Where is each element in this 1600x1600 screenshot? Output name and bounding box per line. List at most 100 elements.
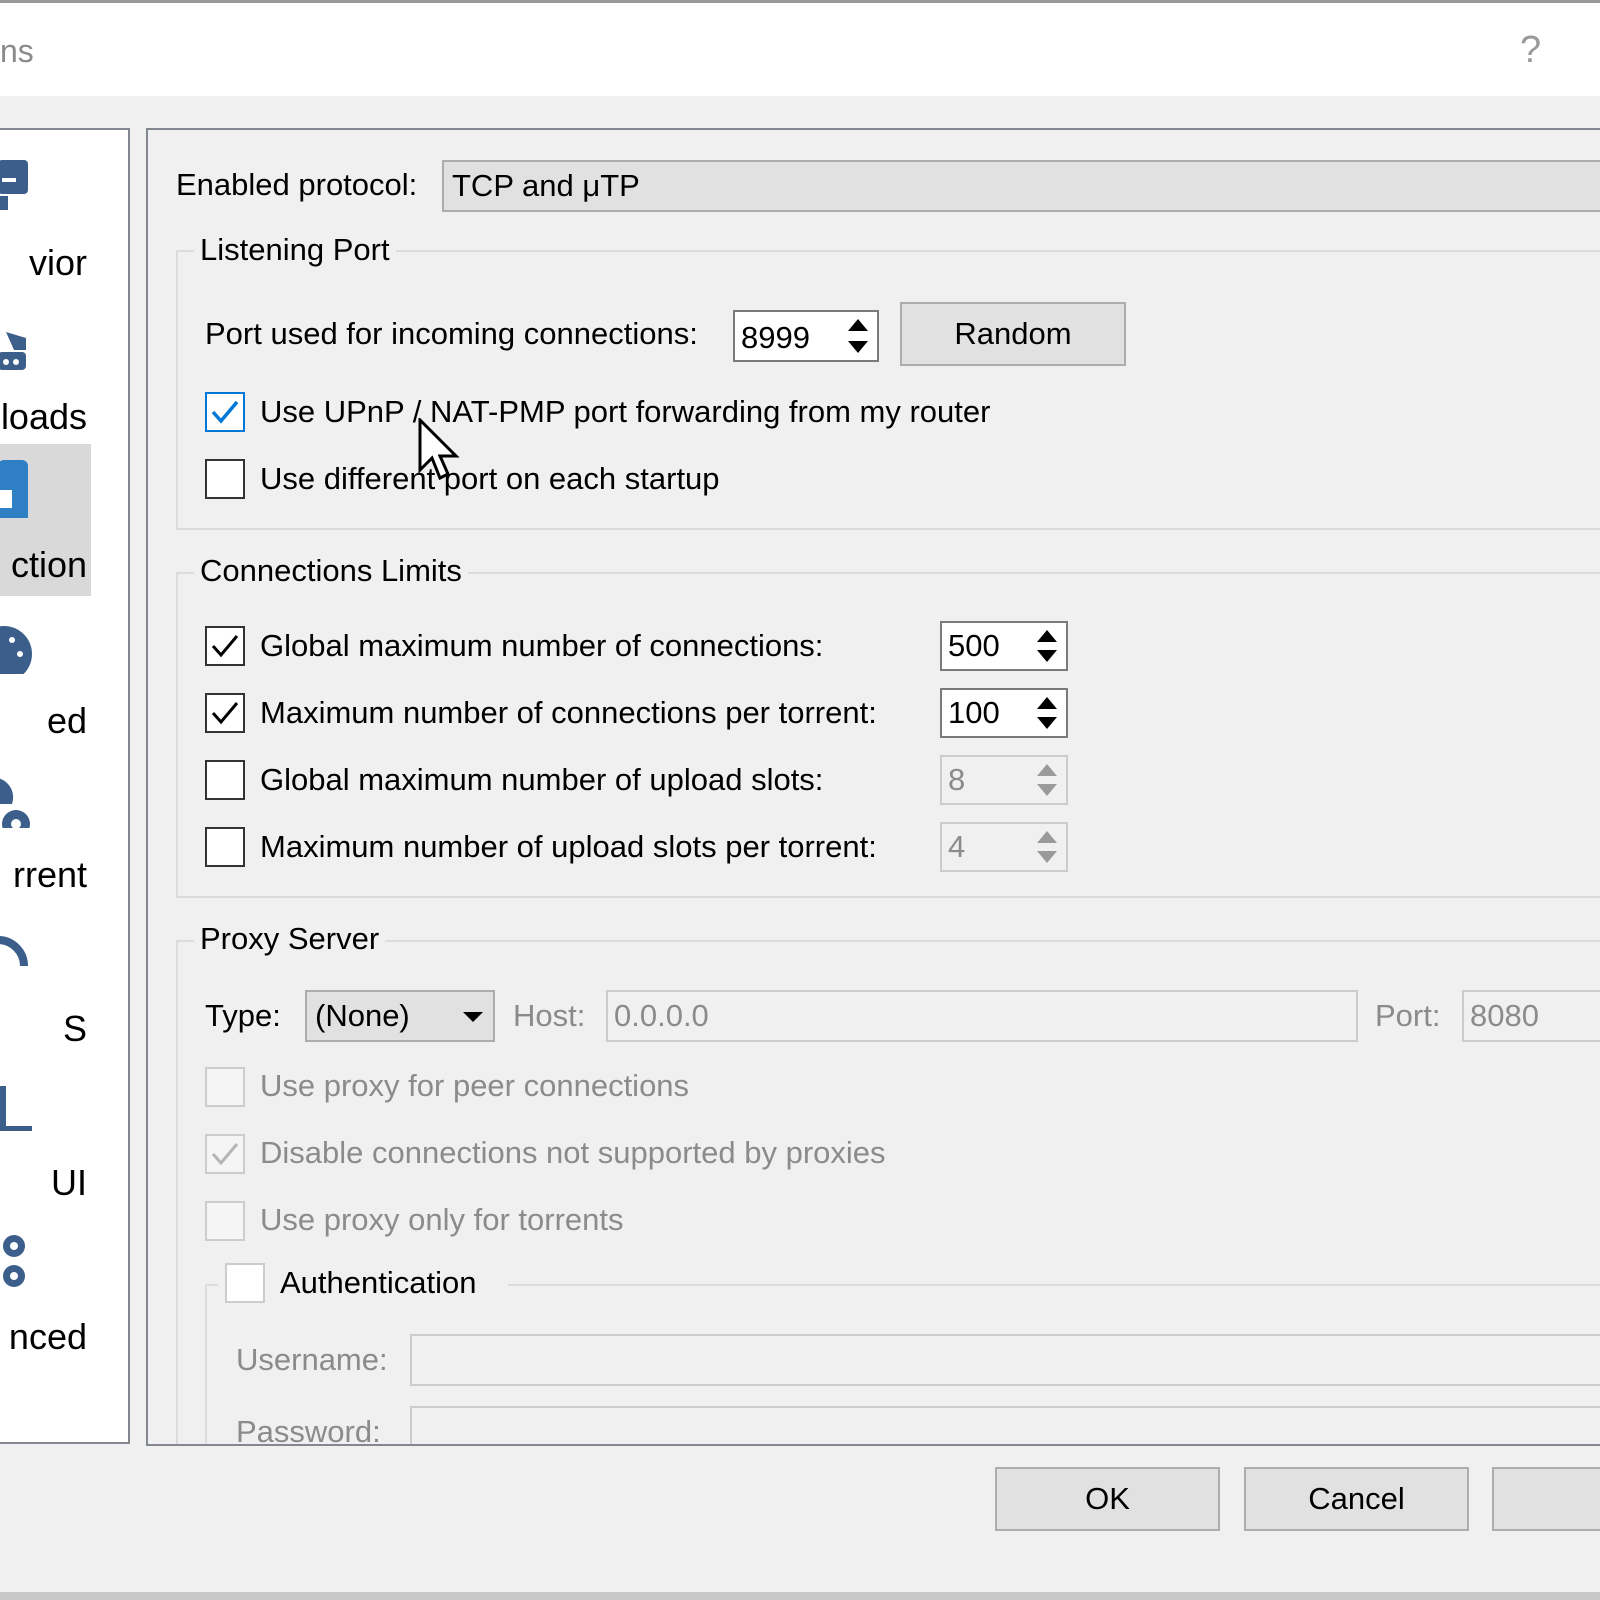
authentication-checkbox [225,1263,265,1303]
global-max-connections-value: 500 [948,628,1000,663]
spin-down-icon [1037,784,1057,796]
proxy-torrents-only-label: Use proxy only for torrents [260,1202,624,1237]
spin-down-icon [1037,851,1057,863]
authentication-label: Authentication [280,1265,477,1300]
proxy-server-title: Proxy Server [194,921,386,957]
disable-unsupported-label: Disable connections not supported by pro… [260,1135,886,1170]
per-torrent-connections-label: Maximum number of connections per torren… [260,695,877,730]
spin-up-icon[interactable] [848,319,868,331]
category-sidebar: vior loads ction ed rrent S UI nced [0,128,130,1444]
bittorrent-gear-icon [0,778,30,828]
cancel-button[interactable]: Cancel [1244,1467,1469,1531]
global-max-connections-checkbox[interactable] [205,626,245,666]
spin-arrows[interactable] [1028,623,1066,669]
sidebar-item-label: UI [51,1162,87,1203]
sidebar-item-label: rrent [12,854,87,895]
window-bottom-edge [0,1592,1600,1600]
global-max-connections-spinbox[interactable]: 500 [940,621,1068,671]
monitor-icon [0,160,28,210]
username-label: Username: [236,1342,388,1377]
mouse-cursor-icon [418,418,460,481]
sidebar-item-label: nced [8,1316,87,1357]
spin-up-icon [1037,831,1057,843]
proxy-type-select[interactable]: (None) [305,990,495,1042]
sidebar-item-web-ui[interactable]: UI [0,1062,91,1214]
checkmark-icon [211,635,239,658]
proxy-host-field: 0.0.0.0 [606,990,1358,1042]
sidebar-item-downloads[interactable]: loads [0,296,91,448]
window-title: ns [0,33,34,69]
spin-down-icon[interactable] [1037,717,1057,729]
checkmark-icon [211,400,239,424]
global-upload-slots-checkbox[interactable] [205,760,245,800]
port-spin-arrows[interactable] [839,312,877,360]
global-upload-slots-label: Global maximum number of upload slots: [260,762,824,797]
spin-arrows [1028,757,1066,803]
different-port-label: Use different port on each startup [260,461,720,496]
sidebar-item-bittorrent[interactable]: rrent [0,754,91,906]
protocol-label: Enabled protocol: [176,167,418,202]
upnp-checkbox[interactable] [205,392,245,432]
global-max-connections-label: Global maximum number of connections: [260,628,824,663]
sidebar-item-label: loads [0,396,87,437]
listening-port-title: Listening Port [194,232,396,268]
proxy-torrents-only-checkbox [205,1201,245,1241]
spin-arrows[interactable] [1028,690,1066,736]
per-torrent-connections-spinbox[interactable]: 100 [940,688,1068,738]
spin-up-icon [1037,764,1057,776]
sidebar-item-rss[interactable]: S [0,908,91,1060]
protocol-select[interactable]: TCP and μTP [442,160,1600,212]
sidebar-item-behavior[interactable]: vior [0,142,91,294]
per-torrent-connections-checkbox[interactable] [205,693,245,733]
web-ui-icon [0,1086,32,1131]
sidebar-item-connection[interactable]: ction [0,444,91,596]
random-port-button[interactable]: Random [900,302,1126,366]
checkmark-icon [211,1143,239,1166]
username-field [410,1334,1600,1386]
proxy-host-label: Host: [513,998,586,1033]
downloads-icon [0,332,26,370]
spin-arrows [1028,824,1066,870]
global-upload-slots-spinbox: 8 [940,755,1068,805]
title-bar: ns ? [0,0,1600,96]
connection-icon [0,460,28,518]
disable-unsupported-checkbox [205,1134,245,1174]
global-upload-slots-value: 8 [948,762,966,797]
spin-down-icon[interactable] [848,341,868,353]
proxy-peer-label: Use proxy for peer connections [260,1068,690,1103]
sidebar-item-label: vior [28,242,87,283]
sidebar-item-label: S [62,1008,87,1049]
chevron-down-icon [463,1012,483,1022]
spin-up-icon[interactable] [1037,697,1057,709]
incoming-port-spinbox[interactable]: 8999 [733,310,879,362]
sidebar-item-label: ction [10,544,87,585]
per-torrent-upload-slots-checkbox[interactable] [205,827,245,867]
per-torrent-upload-slots-value: 4 [948,829,966,864]
advanced-gears-icon [3,1235,25,1287]
ok-button[interactable]: OK [995,1467,1220,1531]
connection-limits-title: Connections Limits [194,553,468,589]
different-port-checkbox[interactable] [205,459,245,499]
proxy-port-label: Port: [1375,998,1441,1033]
incoming-port-label: Port used for incoming connections: [205,316,698,351]
proxy-peer-checkbox [205,1067,245,1107]
spin-down-icon[interactable] [1037,650,1057,662]
proxy-port-field: 8080 [1462,990,1600,1042]
apply-button[interactable] [1492,1467,1600,1531]
proxy-type-value: (None) [315,998,410,1033]
rss-icon [0,936,28,967]
sidebar-item-advanced[interactable]: nced [0,1216,91,1368]
per-torrent-connections-value: 100 [948,695,1000,730]
per-torrent-upload-slots-spinbox: 4 [940,822,1068,872]
panel-bottom-border [146,1444,1600,1446]
help-button[interactable]: ? [1520,29,1541,72]
upnp-label: Use UPnP / NAT-PMP port forwarding from … [260,394,991,429]
sidebar-item-speed[interactable]: ed [0,600,91,752]
speed-gauge-icon [0,626,32,674]
sidebar-item-label: ed [46,700,87,741]
checkmark-icon [211,702,239,725]
per-torrent-upload-slots-label: Maximum number of upload slots per torre… [260,829,877,864]
incoming-port-value: 8999 [741,320,810,355]
proxy-type-label: Type: [205,998,281,1033]
spin-up-icon[interactable] [1037,630,1057,642]
